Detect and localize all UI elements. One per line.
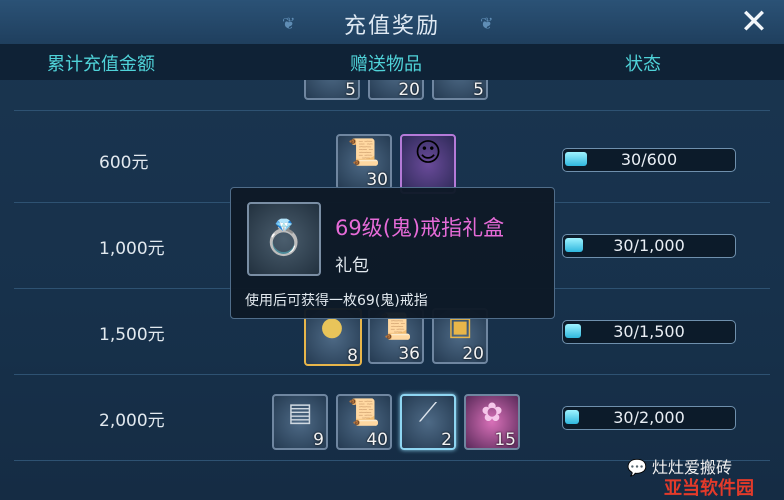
character-card-icon: ☺ xyxy=(414,138,442,168)
site-watermark: 亚当软件园 xyxy=(664,478,754,499)
reward-item[interactable]: ▤ 9 xyxy=(272,394,328,450)
reward-item[interactable]: 📜 30 xyxy=(336,134,392,190)
reward-item[interactable]: 📜 40 xyxy=(336,394,392,450)
column-header-items: 赠送物品 xyxy=(350,54,422,75)
reward-item[interactable]: ✿ 15 xyxy=(464,394,520,450)
progress-bar: 30/1,500 xyxy=(562,320,736,344)
tooltip-item-icon: 💍 xyxy=(247,202,321,276)
column-header-status: 状态 xyxy=(625,54,661,75)
progress-bar: 30/2,000 xyxy=(562,406,736,430)
reward-item[interactable]: ⛨5 xyxy=(304,80,360,100)
table-header: 累计充值金额 赠送物品 状态 xyxy=(0,44,784,80)
tooltip-item-name: 69级(鬼)戒指礼盒 xyxy=(335,216,505,240)
recharge-amount: 1,000元 xyxy=(99,239,165,259)
progress-bar: 30/1,000 xyxy=(562,234,736,258)
recharge-reward-window: ❦ 充值奖励 ❦ ✕ 累计充值金额 赠送物品 状态 ⛨5 ♥20 ▣5 600元… xyxy=(0,0,784,500)
reward-row: 2,000元 ▤ 9 📜 40 ⟋ 2 ✿ 15 30/2,000 xyxy=(14,374,770,461)
spear-icon: ⟋ xyxy=(418,398,438,428)
scroll-icon: 📜 xyxy=(347,138,381,168)
reward-item[interactable]: ☺ xyxy=(400,134,456,194)
flower-icon: ✿ xyxy=(481,398,503,428)
reward-item[interactable]: ⟋ 2 xyxy=(400,394,456,450)
reward-row: ⛨5 ♥20 ▣5 xyxy=(14,80,770,111)
tooltip-item-type: 礼包 xyxy=(335,256,369,276)
title-bar: ❦ 充值奖励 ❦ ✕ xyxy=(0,0,784,45)
item-tooltip: 💍 69级(鬼)戒指礼盒 礼包 使用后可获得一枚69(鬼)戒指 xyxy=(230,187,555,319)
progress-text: 30/2,000 xyxy=(613,408,685,427)
progress-text: 30/1,500 xyxy=(613,322,685,341)
recharge-amount: 1,500元 xyxy=(99,325,165,345)
swirl-ornament-icon: ❦ xyxy=(480,14,494,33)
close-icon[interactable]: ✕ xyxy=(734,4,774,40)
recharge-amount: 2,000元 xyxy=(99,411,165,431)
ring-icon: 💍 xyxy=(262,218,306,258)
progress-text: 30/600 xyxy=(620,150,678,169)
recharge-amount: 600元 xyxy=(99,153,149,173)
scroll-icon: 📜 xyxy=(347,398,381,428)
window-title: 充值奖励 xyxy=(343,14,440,39)
tooltip-item-description: 使用后可获得一枚69(鬼)戒指 xyxy=(245,293,428,309)
paper-icon: ▤ xyxy=(287,398,313,428)
progress-text: 30/1,000 xyxy=(613,236,685,255)
reward-item[interactable]: ♥20 xyxy=(368,80,424,100)
progress-bar: 30/600 xyxy=(562,148,736,172)
column-header-amount: 累计充值金额 xyxy=(47,54,155,75)
reward-item[interactable]: ▣5 xyxy=(432,80,488,100)
